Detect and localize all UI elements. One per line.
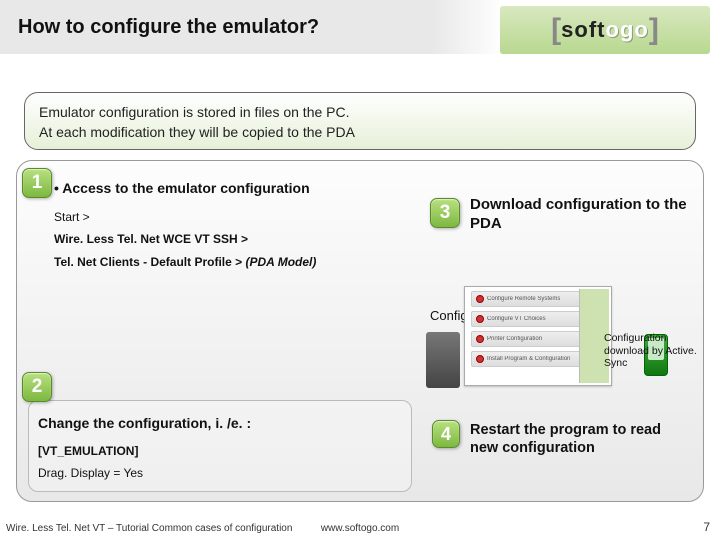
intro-line2: At each modification they will be copied… <box>39 123 681 143</box>
step1-profile-prefix: Tel. Net Clients - Default Profile > <box>54 255 245 269</box>
gear-icon <box>476 335 484 343</box>
step2-title: Change the configuration, i. /e. : <box>38 410 251 437</box>
footer-url: www.softogo.com <box>0 523 720 534</box>
step1-line-path: Wire. Less Tel. Net WCE VT SSH > <box>54 228 410 251</box>
gear-icon <box>476 315 484 323</box>
logo-bracket-right: ] <box>649 13 659 47</box>
step2-setting: Drag. Display = Yes <box>38 462 251 485</box>
logo-bracket-left: [ <box>551 13 561 47</box>
config-window-icon: Configure Remote Systems Configure VT Ch… <box>464 286 612 386</box>
step1-block: • Access to the emulator configuration S… <box>54 175 410 274</box>
step-badge-4: 4 <box>432 420 460 448</box>
logo-text-togo: ogo <box>606 17 649 43</box>
intro-box: Emulator configuration is stored in file… <box>24 92 696 150</box>
step1-line-start: Start > <box>54 206 410 229</box>
page-number: 7 <box>703 520 710 534</box>
step1-line-profile: Tel. Net Clients - Default Profile > (PD… <box>54 251 410 274</box>
intro-line1: Emulator configuration is stored in file… <box>39 103 681 123</box>
step-badge-3: 3 <box>430 198 460 228</box>
footer: Wire. Less Tel. Net VT – Tutorial Common… <box>0 516 720 536</box>
logo-softogo: [ soft ogo ] <box>500 6 710 54</box>
step-badge-2: 2 <box>22 372 52 402</box>
gear-icon <box>476 355 484 363</box>
step1-title: • Access to the emulator configuration <box>54 175 410 202</box>
step3-text: Download configuration to the PDA <box>470 196 720 234</box>
logo-text-soft: soft <box>561 17 605 43</box>
gear-icon <box>476 295 484 303</box>
step-badge-1: 1 <box>22 168 52 198</box>
step2-section: [VT_EMULATION] <box>38 444 138 458</box>
step4-text: Restart the program to read new configur… <box>470 421 690 457</box>
activesync-caption: Configuration download by Active. Sync <box>604 332 704 370</box>
step2-block: Change the configuration, i. /e. : [VT_E… <box>38 410 251 485</box>
step1-pda-model: (PDA Model) <box>245 255 316 269</box>
page-title: How to configure the emulator? <box>18 16 319 39</box>
pc-tower-icon <box>426 332 460 388</box>
